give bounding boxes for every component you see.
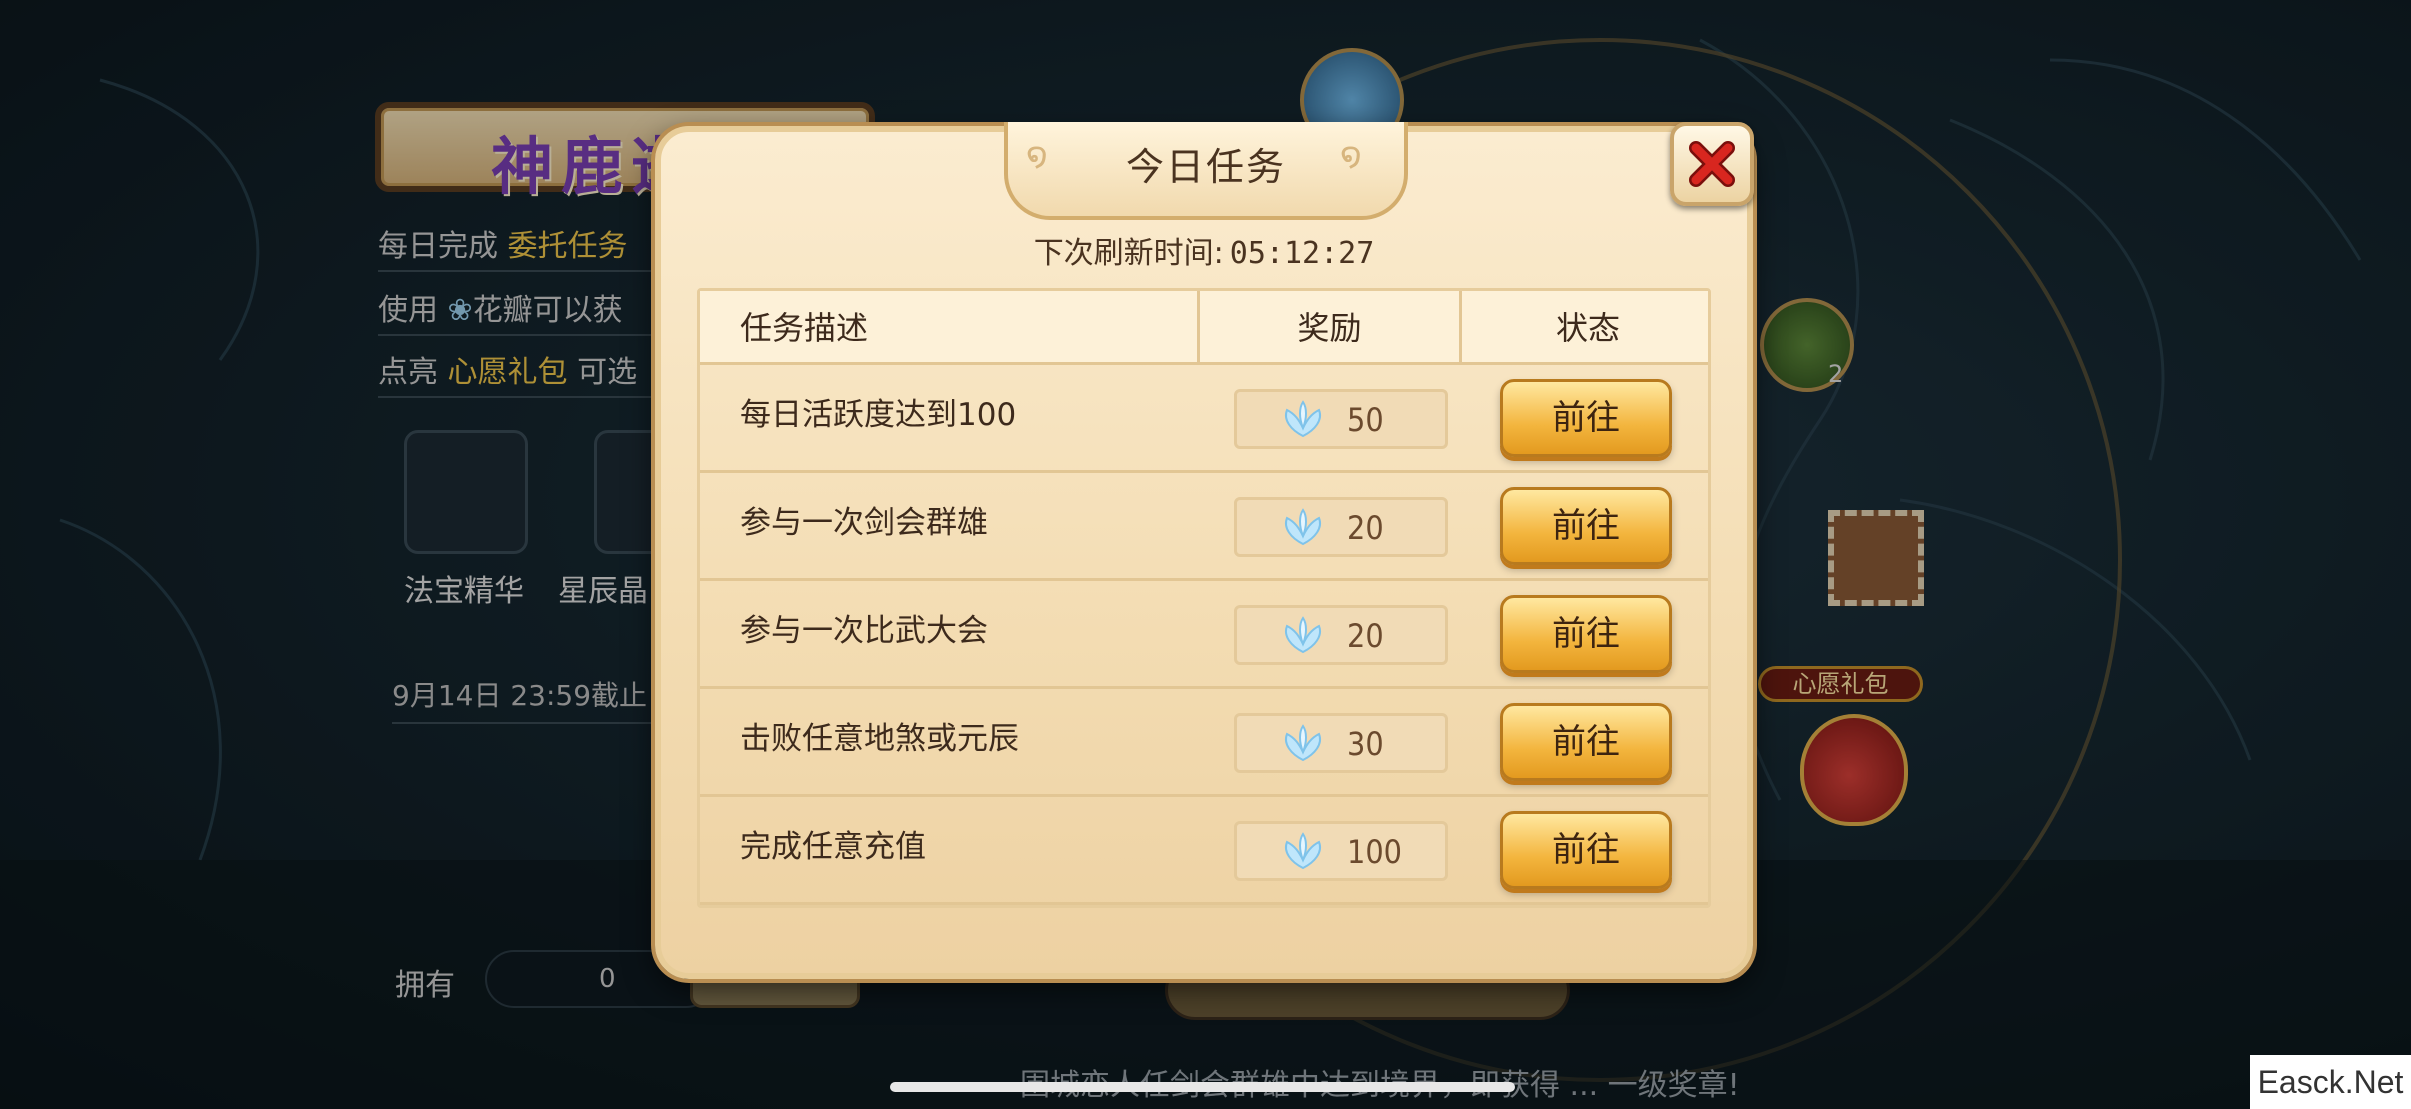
task-table: 任务描述 奖励 状态 每日活跃度达到100 50 前往 参与一次剑会群雄 20 … <box>697 288 1711 908</box>
table-row: 参与一次剑会群雄 20 前往 <box>700 473 1708 581</box>
close-button[interactable] <box>1670 122 1754 206</box>
cloud-ornament-icon: ໑ <box>1340 135 1362 175</box>
go-button[interactable]: 前往 <box>1500 379 1672 457</box>
refresh-time: 05:12:27 <box>1229 236 1375 271</box>
column-header-description: 任务描述 <box>700 291 1200 365</box>
reward-box: 100 <box>1234 821 1448 881</box>
reward-amount: 30 <box>1347 725 1384 763</box>
petal-icon <box>1285 724 1321 762</box>
task-description: 参与一次比武大会 <box>740 613 988 649</box>
table-row: 完成任意充值 100 前往 <box>700 797 1708 905</box>
close-icon <box>1689 141 1735 187</box>
column-header-status: 状态 <box>1555 309 1620 347</box>
petal-icon <box>1285 400 1321 438</box>
table-row: 击败任意地煞或元辰 30 前往 <box>700 689 1708 797</box>
petal-icon <box>1285 616 1321 654</box>
table-header: 任务描述 奖励 状态 <box>700 291 1708 365</box>
go-button[interactable]: 前往 <box>1500 595 1672 673</box>
petal-icon <box>1285 508 1321 546</box>
reward-amount: 50 <box>1347 401 1384 439</box>
reward-box: 20 <box>1234 605 1448 665</box>
table-row: 每日活跃度达到100 50 前往 <box>700 365 1708 473</box>
petal-icon <box>1285 832 1321 870</box>
refresh-label: 下次刷新时间: <box>1033 236 1224 271</box>
column-header-reward: 奖励 <box>1200 291 1462 365</box>
home-indicator[interactable] <box>890 1082 1515 1092</box>
go-button[interactable]: 前往 <box>1500 487 1672 565</box>
reward-amount: 20 <box>1347 509 1384 547</box>
watermark: Easck.Net <box>2250 1055 2411 1109</box>
reward-amount: 100 <box>1347 833 1402 871</box>
task-description: 完成任意充值 <box>740 829 926 865</box>
task-description: 击败任意地煞或元辰 <box>740 721 1019 757</box>
go-button[interactable]: 前往 <box>1500 703 1672 781</box>
task-description: 参与一次剑会群雄 <box>740 505 988 541</box>
reward-box: 20 <box>1234 497 1448 557</box>
title-plate: ໑ 今日任务 ໑ <box>1004 122 1408 220</box>
reward-box: 50 <box>1234 389 1448 449</box>
reward-amount: 20 <box>1347 617 1384 655</box>
go-button[interactable]: 前往 <box>1500 811 1672 889</box>
daily-tasks-dialog: ໑ 今日任务 ໑ 下次刷新时间: 05:12:27 任务描述 奖励 状态 每日活跃… <box>655 122 1753 979</box>
refresh-timer: 下次刷新时间: 05:12:27 <box>661 228 1747 272</box>
reward-box: 30 <box>1234 713 1448 773</box>
table-row: 参与一次比武大会 20 前往 <box>700 581 1708 689</box>
task-description: 每日活跃度达到100 <box>740 397 1017 433</box>
